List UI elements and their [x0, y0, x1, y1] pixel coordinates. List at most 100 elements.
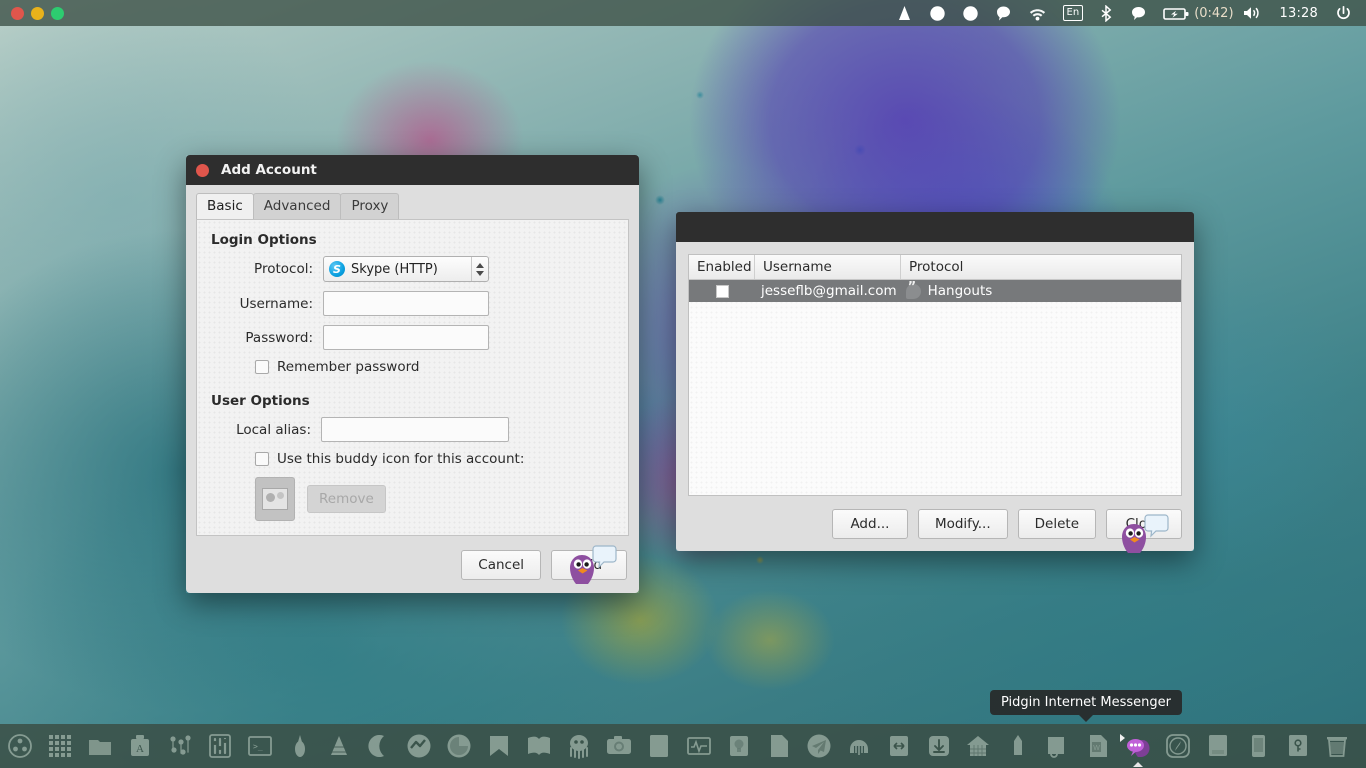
word-document-icon[interactable]: W — [1079, 728, 1117, 764]
tab-basic[interactable]: Basic — [196, 193, 254, 219]
protocol-select[interactable]: S Skype (HTTP) — [323, 256, 489, 282]
row-protocol: Hangouts — [927, 283, 993, 299]
circle-indicator-2-icon[interactable] — [954, 0, 987, 26]
protocol-value: Skype (HTTP) — [351, 261, 438, 277]
tab-proxy[interactable]: Proxy — [340, 193, 400, 219]
hangouts-icon — [905, 280, 921, 299]
password-row: Password: — [211, 325, 614, 350]
home-icon[interactable] — [960, 728, 998, 764]
chevron-updown-icon[interactable] — [471, 257, 488, 281]
applications-grid-icon[interactable] — [41, 728, 79, 764]
row-enabled-cell[interactable] — [689, 284, 755, 298]
column-header-protocol[interactable]: Protocol — [901, 255, 1181, 279]
svg-text:>_: >_ — [253, 742, 263, 751]
files-folder-icon[interactable] — [81, 728, 119, 764]
add-account-body: Basic Advanced Proxy Login Options Proto… — [186, 185, 639, 593]
column-header-enabled[interactable]: Enabled — [689, 255, 755, 279]
book-icon[interactable] — [520, 728, 558, 764]
keys-icon[interactable] — [1279, 728, 1317, 764]
pidgin-cursor-icon — [570, 545, 617, 584]
row-enabled-checkbox[interactable] — [715, 284, 729, 298]
phone-icon[interactable] — [1239, 728, 1277, 764]
modify-account-button[interactable]: Modify... — [917, 509, 1008, 539]
column-header-username[interactable]: Username — [755, 255, 901, 279]
pencil-icon[interactable] — [999, 728, 1037, 764]
audacity-icon[interactable] — [840, 728, 878, 764]
ubuntu-dash-icon[interactable] — [1, 728, 39, 764]
pidgin-cursor-icon — [1122, 514, 1169, 553]
compass-browser-icon[interactable] — [1159, 728, 1197, 764]
gimp-icon[interactable] — [440, 728, 478, 764]
top-panel: En (0:42) 13:28 — [0, 0, 1366, 26]
document-icon[interactable] — [640, 728, 678, 764]
presentation-icon[interactable] — [1039, 728, 1077, 764]
window-controls — [0, 6, 64, 20]
pidgin-icon[interactable] — [1119, 728, 1157, 764]
settings-dots-icon[interactable] — [161, 728, 199, 764]
chat-bubble-icon[interactable] — [1122, 0, 1155, 26]
skype-icon: S — [329, 261, 345, 277]
local-alias-label: Local alias: — [236, 421, 311, 438]
accounts-table: Enabled Username Protocol jesseflb@gmail… — [688, 254, 1182, 496]
download-icon[interactable] — [920, 728, 958, 764]
add-account-button[interactable]: Add... — [831, 509, 908, 539]
local-alias-row: Local alias: — [211, 417, 614, 442]
buddy-icon-chooser-row: Remove — [255, 477, 614, 521]
circle-indicator-icon[interactable] — [921, 0, 954, 26]
remember-password-checkbox[interactable] — [255, 360, 269, 374]
audio-mixer-icon[interactable] — [201, 728, 239, 764]
buddy-icon-checkbox[interactable] — [255, 452, 269, 466]
username-input[interactable] — [323, 291, 489, 316]
power-icon[interactable] — [1327, 0, 1358, 26]
bookmark-icon[interactable] — [480, 728, 518, 764]
trash-icon[interactable] — [1318, 728, 1356, 764]
buddy-icon-button[interactable] — [255, 477, 295, 521]
octopus-icon[interactable] — [560, 728, 598, 764]
fonts-icon[interactable]: A — [121, 728, 159, 764]
text-file-icon[interactable] — [760, 728, 798, 764]
remove-buddy-icon-button: Remove — [307, 485, 386, 513]
bluetooth-icon[interactable] — [1091, 0, 1122, 26]
messenger-icon[interactable] — [400, 728, 438, 764]
accounts-window: Enabled Username Protocol jesseflb@gmail… — [676, 212, 1194, 551]
keyboard-layout-label: En — [1062, 5, 1084, 21]
remember-password-row[interactable]: Remember password — [255, 359, 614, 375]
tab-advanced[interactable]: Advanced — [252, 193, 342, 219]
notes-idea-icon[interactable] — [720, 728, 758, 764]
window-maximize-icon[interactable] — [51, 6, 64, 20]
close-icon[interactable] — [196, 163, 209, 177]
keyboard-layout-indicator[interactable]: En — [1055, 0, 1092, 26]
terminal-icon[interactable]: >_ — [241, 728, 279, 764]
remember-password-label: Remember password — [277, 359, 420, 375]
tab-bar: Basic Advanced Proxy — [186, 185, 639, 219]
password-input[interactable] — [323, 325, 489, 350]
battery-icon[interactable] — [1155, 0, 1192, 26]
wifi-icon[interactable] — [1020, 0, 1055, 26]
buddy-icon-row[interactable]: Use this buddy icon for this account: — [255, 451, 614, 467]
panel-indicators: En (0:42) 13:28 — [888, 0, 1366, 26]
transfer-icon[interactable] — [880, 728, 918, 764]
local-alias-input[interactable] — [321, 417, 509, 442]
vlc-cone-icon[interactable] — [321, 728, 359, 764]
delete-account-button[interactable]: Delete — [1017, 509, 1096, 539]
accounts-actions: Add... Modify... Delete Close — [688, 496, 1182, 539]
battery-time-label: (0:42) — [1194, 5, 1234, 21]
inkscape-icon[interactable] — [281, 728, 319, 764]
cancel-button[interactable]: Cancel — [461, 550, 541, 580]
window-close-icon[interactable] — [11, 6, 24, 20]
moon-icon[interactable] — [360, 728, 398, 764]
message-bubble-icon[interactable] — [987, 0, 1020, 26]
username-row: Username: — [211, 291, 614, 316]
camera-icon[interactable] — [600, 728, 638, 764]
notebook-icon[interactable] — [1199, 728, 1237, 764]
system-monitor-icon[interactable] — [680, 728, 718, 764]
cone-icon[interactable] — [888, 0, 921, 26]
buddy-icon-label: Use this buddy icon for this account: — [277, 451, 525, 467]
window-minimize-icon[interactable] — [31, 6, 44, 20]
clock-label[interactable]: 13:28 — [1271, 6, 1327, 21]
table-row[interactable]: jesseflb@gmail.com Hangouts — [689, 280, 1181, 302]
telegram-icon[interactable] — [800, 728, 838, 764]
volume-icon[interactable] — [1234, 0, 1271, 26]
add-account-titlebar: Add Account — [186, 155, 639, 185]
user-options-heading: User Options — [211, 393, 310, 409]
